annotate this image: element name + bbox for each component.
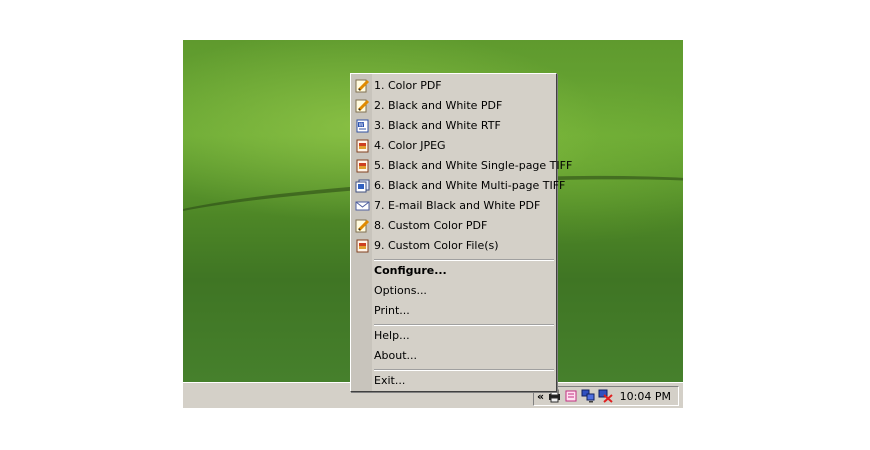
tray-context-menu: 1. Color PDF 2. Black and White PDF W 3.… [350,73,572,392]
menu-item-bw-multi-page-tiff[interactable]: 6. Black and White Multi-page TIFF [351,176,565,196]
menu-item-label: 8. Custom Color PDF [374,219,488,232]
menu-item-bw-single-page-tiff[interactable]: 5. Black and White Single-page TIFF [351,156,572,176]
menu-item-color-pdf[interactable]: 1. Color PDF [351,76,556,96]
menu-item-custom-color-pdf[interactable]: 8. Custom Color PDF [351,216,556,236]
menu-item-label: Help... [374,329,410,342]
image-file-icon [355,239,370,253]
menu-item-label: 1. Color PDF [374,79,442,92]
image-file-icon [355,159,370,173]
menu-item-about[interactable]: About... [351,346,556,366]
menu-item-black-white-pdf[interactable]: 2. Black and White PDF [351,96,556,116]
menu-item-custom-color-files[interactable]: 9. Custom Color File(s) [351,236,556,256]
menu-item-label: 5. Black and White Single-page TIFF [374,159,573,172]
menu-item-label: 6. Black and White Multi-page TIFF [374,179,566,192]
menu-item-label: 3. Black and White RTF [374,119,501,132]
menu-item-label: Print... [374,304,410,317]
network-computers-icon[interactable] [581,389,596,403]
word-document-icon: W [355,119,370,133]
menu-item-label: 9. Custom Color File(s) [374,239,499,252]
pdf-pencil-icon [355,79,370,93]
menu-item-label: Exit... [374,374,406,387]
menu-item-color-jpeg[interactable]: 4. Color JPEG [351,136,556,156]
image-file-icon [355,139,370,153]
menu-item-label: 7. E-mail Black and White PDF [374,199,541,212]
network-disconnected-icon[interactable] [598,389,613,403]
menu-item-configure[interactable]: Configure... [351,261,556,281]
menu-item-label: 2. Black and White PDF [374,99,503,112]
menu-item-label: Options... [374,284,427,297]
pdf-pencil-icon [355,219,370,233]
taskbar-clock[interactable]: 10:04 PM [620,390,671,403]
menu-item-exit[interactable]: Exit... [351,371,556,391]
notes-tray-icon[interactable] [564,389,579,403]
svg-text:W: W [359,123,364,129]
menu-item-label: 4. Color JPEG [374,139,446,152]
pdf-pencil-icon [355,99,370,113]
menu-item-label: About... [374,349,418,362]
menu-item-help[interactable]: Help... [351,326,556,346]
menu-item-label: Configure... [374,264,447,277]
multipage-image-icon [355,179,370,193]
menu-item-options[interactable]: Options... [351,281,556,301]
menu-item-email-bw-pdf[interactable]: 7. E-mail Black and White PDF [351,196,556,216]
menu-item-print[interactable]: Print... [351,301,556,321]
menu-item-black-white-rtf[interactable]: W 3. Black and White RTF [351,116,556,136]
envelope-icon [355,199,370,213]
